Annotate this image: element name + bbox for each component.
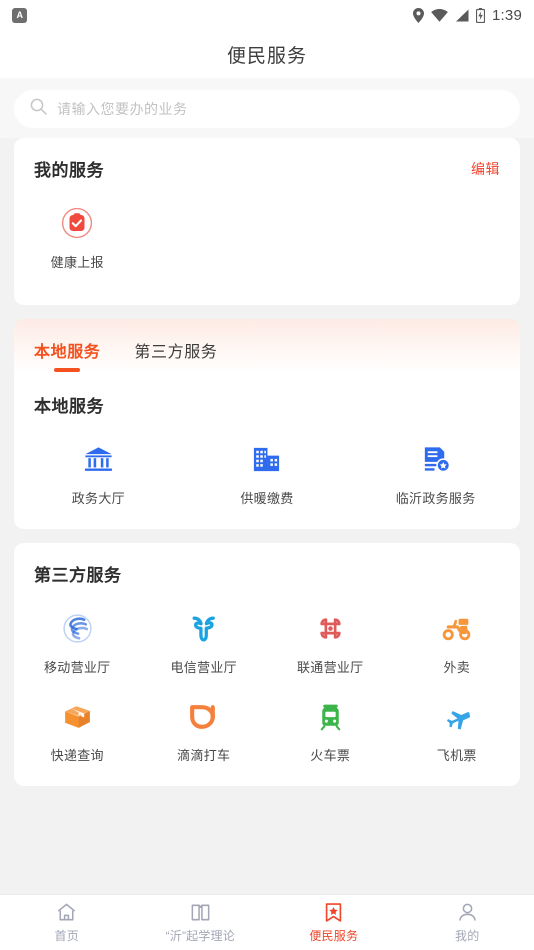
- service-item-government-hall[interactable]: 政务大厅: [14, 427, 183, 515]
- status-bar-right: 1:39: [413, 7, 522, 24]
- battery-charging-icon: [476, 7, 485, 23]
- page-scroll-area[interactable]: 请输入您要办的业务 我的服务 编辑 健康上报 本地服务 第三方服务 本地服务 政…: [0, 78, 534, 894]
- service-item-heating-payment[interactable]: 供暖缴费: [183, 427, 352, 515]
- bottom-navigation-bar: 首页 “沂”起学理论 便民服务 我的: [0, 894, 534, 950]
- nav-item-theory-study[interactable]: “沂”起学理论: [134, 895, 268, 950]
- service-label: 供暖缴费: [240, 491, 294, 506]
- nav-label: 我的: [455, 929, 480, 943]
- app-notification-badge: A: [12, 7, 27, 23]
- service-item-package-tracking[interactable]: 快递查询: [14, 684, 141, 772]
- search-section: 请输入您要办的业务: [0, 78, 534, 138]
- service-label: 外卖: [443, 660, 471, 675]
- heating-payment-icon: [251, 441, 282, 477]
- plane-ticket-icon: [440, 698, 473, 734]
- service-label: 政务大厅: [71, 491, 125, 506]
- wifi-icon: [431, 8, 448, 22]
- mobile-app-screen: A 1:39 便民服务 请输入您要办的业务 我的服务 编辑 健康上报 本地服务 …: [0, 0, 534, 950]
- search-bar[interactable]: 请输入您要办的业务: [14, 90, 520, 128]
- china-unicom-icon: [314, 610, 347, 646]
- service-item-food-delivery[interactable]: 外卖: [394, 596, 521, 684]
- tab-third-party-services[interactable]: 第三方服务: [134, 338, 217, 374]
- service-label: 联通营业厅: [296, 660, 364, 675]
- third-party-services-grid: 移动营业厅 电信营业厅 联通营业厅 外卖 快递查询 滴滴打车 火车票 飞机票: [14, 586, 520, 786]
- service-item-linyi-gov-service[interactable]: 临沂政务服务: [351, 427, 520, 515]
- bookmark-star-icon: [322, 901, 345, 924]
- service-item-plane-ticket[interactable]: 飞机票: [394, 684, 521, 772]
- linyi-gov-service-icon: [420, 441, 451, 477]
- nav-item-profile[interactable]: 我的: [401, 895, 534, 950]
- page-title: 便民服务: [226, 45, 307, 67]
- my-services-grid: 健康上报: [14, 181, 520, 305]
- local-services-header: 本地服务: [14, 374, 520, 417]
- health-report-icon: [61, 205, 93, 241]
- nav-item-convenience-services[interactable]: 便民服务: [267, 895, 401, 950]
- search-input[interactable]: 请输入您要办的业务: [57, 99, 188, 119]
- service-item-china-mobile[interactable]: 移动营业厅: [14, 596, 141, 684]
- page-header: 便民服务: [0, 30, 534, 78]
- local-services-title: 本地服务: [34, 397, 104, 416]
- service-item-china-unicom[interactable]: 联通营业厅: [267, 596, 394, 684]
- third-party-services-title: 第三方服务: [34, 566, 122, 585]
- service-item-train-ticket[interactable]: 火车票: [267, 684, 394, 772]
- train-ticket-icon: [314, 698, 347, 734]
- service-label: 飞机票: [436, 748, 477, 763]
- search-icon: [30, 98, 47, 120]
- edit-button[interactable]: 编辑: [471, 159, 500, 179]
- government-hall-icon: [83, 441, 114, 477]
- service-label: 健康上报: [50, 255, 104, 270]
- china-mobile-icon: [61, 610, 94, 646]
- service-tabs: 本地服务 第三方服务: [14, 319, 520, 374]
- service-label: 滴滴打车: [177, 748, 231, 763]
- my-services-card: 我的服务 编辑 健康上报: [14, 138, 520, 305]
- service-item-health-report[interactable]: 健康上报: [14, 191, 141, 279]
- food-delivery-scooter-icon: [440, 610, 473, 646]
- location-pin-icon: [413, 7, 424, 23]
- nav-label: “沂”起学理论: [165, 929, 235, 943]
- home-icon: [55, 901, 78, 924]
- china-telecom-icon: [187, 610, 220, 646]
- service-label: 移动营业厅: [43, 660, 111, 675]
- service-label: 临沂政务服务: [395, 491, 476, 506]
- local-services-card: 本地服务 政务大厅 供暖缴费 临沂政务服务: [14, 374, 520, 529]
- service-label: 快递查询: [50, 748, 104, 763]
- nav-label: 便民服务: [309, 929, 359, 943]
- book-icon: [189, 901, 212, 924]
- status-bar: A 1:39: [0, 0, 534, 30]
- person-icon: [456, 901, 479, 924]
- nav-label: 首页: [54, 929, 79, 943]
- service-item-china-telecom[interactable]: 电信营业厅: [141, 596, 268, 684]
- service-label: 电信营业厅: [170, 660, 237, 675]
- status-bar-time: 1:39: [492, 6, 522, 24]
- my-services-header: 我的服务 编辑: [14, 138, 520, 181]
- status-bar-left: A: [12, 7, 27, 23]
- didi-taxi-icon: [187, 698, 220, 734]
- tab-local-services[interactable]: 本地服务: [34, 338, 100, 374]
- local-services-grid: 政务大厅 供暖缴费 临沂政务服务: [14, 417, 520, 529]
- third-party-services-card: 第三方服务 移动营业厅 电信营业厅 联通营业厅 外卖 快递查询 滴滴打车 火车票…: [14, 543, 520, 786]
- service-item-didi-taxi[interactable]: 滴滴打车: [141, 684, 268, 772]
- package-box-icon: [61, 698, 94, 734]
- my-services-title: 我的服务: [34, 161, 104, 180]
- signal-bars-icon: [455, 9, 469, 22]
- nav-item-home[interactable]: 首页: [0, 895, 134, 950]
- third-party-services-header: 第三方服务: [14, 543, 520, 586]
- service-label: 火车票: [310, 748, 351, 763]
